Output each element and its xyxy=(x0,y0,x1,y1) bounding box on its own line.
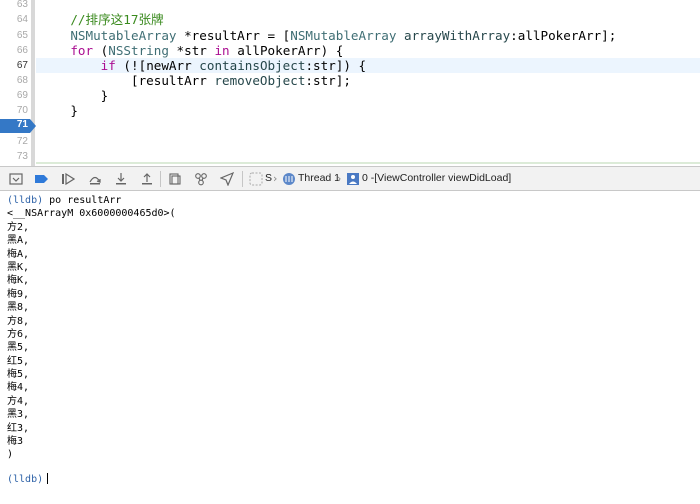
code-line-64[interactable]: 64 //排序这17张牌 xyxy=(0,12,700,27)
console-line: 红3, xyxy=(7,422,30,434)
breakpoint-toggle-icon xyxy=(35,175,48,183)
code-text: } xyxy=(40,88,109,103)
step-into-icon xyxy=(116,173,126,185)
code-text: NSMutableArray *resultArr = [NSMutableAr… xyxy=(70,28,617,43)
line-number: 66 xyxy=(16,45,28,56)
console-line: 黑5, xyxy=(7,342,30,354)
console-line: 黑K, xyxy=(7,261,30,273)
code-line-63[interactable]: 63 xyxy=(0,0,700,12)
line-number: 68 xyxy=(16,75,28,86)
console-line: 黑3, xyxy=(7,409,30,421)
console-line: ) xyxy=(7,449,14,461)
line-number: 72 xyxy=(16,136,28,147)
console-line: 梅5, xyxy=(7,369,30,381)
code-line-68[interactable]: 68 [resultArr removeObject:str]; xyxy=(0,73,700,88)
breakpoint-line-number: 71 xyxy=(16,119,28,130)
stack-frame-icon xyxy=(346,172,360,186)
memory-graph-button[interactable] xyxy=(194,172,208,186)
code-comment: //排序这17张牌 xyxy=(40,12,164,27)
breadcrumb-frame[interactable]: 0 -[ViewController viewDidLoad] xyxy=(362,167,511,190)
breadcrumb-thread[interactable]: Thread 1 xyxy=(298,167,340,190)
simulate-location-button[interactable] xyxy=(220,172,234,186)
console-output: (lldb) po resultArr <__NSArrayM 0x600000… xyxy=(7,194,176,462)
text-cursor xyxy=(47,473,49,484)
console-line: 梅9, xyxy=(7,288,30,300)
breakpoint-marker[interactable]: 71 xyxy=(0,118,37,133)
source-editor[interactable]: 63 64 //排序这17张牌 65 NSMutableArray *resul… xyxy=(0,0,700,166)
console-line: 方6, xyxy=(7,328,30,340)
continue-button[interactable] xyxy=(61,172,75,186)
memory-graph-icon xyxy=(195,173,207,186)
continue-icon xyxy=(62,172,75,186)
code-text: if (![newArr containsObject:str]) { xyxy=(100,58,367,73)
app-icon xyxy=(249,172,263,186)
code-text: } xyxy=(40,103,78,118)
console-command-line: (lldb) po resultArr xyxy=(7,194,176,207)
step-over-button[interactable] xyxy=(88,172,102,186)
chevron-right-icon: › xyxy=(273,172,278,185)
step-out-button[interactable] xyxy=(140,172,154,186)
console-line: 黑A, xyxy=(7,235,30,247)
code-line-72[interactable]: 72 xyxy=(0,134,700,149)
line-number: 70 xyxy=(16,105,28,116)
thread-icon xyxy=(282,172,296,186)
view-hierarchy-button[interactable] xyxy=(168,172,182,186)
separator xyxy=(242,171,243,187)
code-text: for (NSString *str in allPokerArr) { xyxy=(70,43,344,58)
code-line-69[interactable]: 69 } xyxy=(0,88,700,103)
line-number: 67 xyxy=(16,60,28,71)
code-text: [resultArr removeObject:str]; xyxy=(40,73,351,88)
line-number: 69 xyxy=(16,90,28,101)
console-line: <__NSArrayM 0x6000000465d0>( xyxy=(7,208,176,220)
line-number: 64 xyxy=(16,14,28,25)
debug-console[interactable]: (lldb) po resultArr <__NSArrayM 0x600000… xyxy=(0,191,700,504)
code-line-65[interactable]: 65 NSMutableArray *resultArr = [NSMutabl… xyxy=(0,28,700,43)
console-command: po resultArr xyxy=(49,195,122,206)
code-line-70[interactable]: 70 } xyxy=(0,103,700,118)
code-line-67[interactable]: 67 if (![newArr containsObject:str]) { xyxy=(0,58,700,73)
line-number: 65 xyxy=(16,30,28,41)
step-over-icon xyxy=(89,176,101,185)
console-line: 梅A, xyxy=(7,248,30,260)
step-out-icon xyxy=(142,173,152,185)
console-input-line[interactable]: (lldb) xyxy=(7,473,49,486)
lldb-prompt: (lldb) xyxy=(7,195,44,206)
console-line: 方8, xyxy=(7,315,30,327)
breadcrumb-app[interactable]: S xyxy=(265,167,272,190)
breakpoints-toggle-button[interactable] xyxy=(35,172,49,186)
editor-bottom-indicator xyxy=(36,162,700,164)
line-number: 63 xyxy=(16,0,28,10)
console-line: 红5, xyxy=(7,355,30,367)
console-line: 黑8, xyxy=(7,302,30,314)
hide-debug-area-icon xyxy=(9,173,23,185)
console-line: 梅K, xyxy=(7,275,30,287)
hide-debug-area-button[interactable] xyxy=(9,172,23,186)
separator xyxy=(160,171,161,187)
step-into-button[interactable] xyxy=(114,172,128,186)
console-line: 梅3 xyxy=(7,436,24,448)
code-line-66[interactable]: 66 for (NSString *str in allPokerArr) { xyxy=(0,43,700,58)
console-line: 方4, xyxy=(7,395,30,407)
chevron-right-icon: › xyxy=(337,172,342,185)
console-line: 方2, xyxy=(7,221,30,233)
line-number: 73 xyxy=(16,151,28,162)
location-icon xyxy=(220,172,234,186)
console-line: 梅4, xyxy=(7,382,30,394)
lldb-prompt: (lldb) xyxy=(7,474,44,485)
debug-bar: S › Thread 1 › 0 -[ViewController viewDi… xyxy=(0,166,700,191)
view-hierarchy-icon xyxy=(169,173,181,185)
